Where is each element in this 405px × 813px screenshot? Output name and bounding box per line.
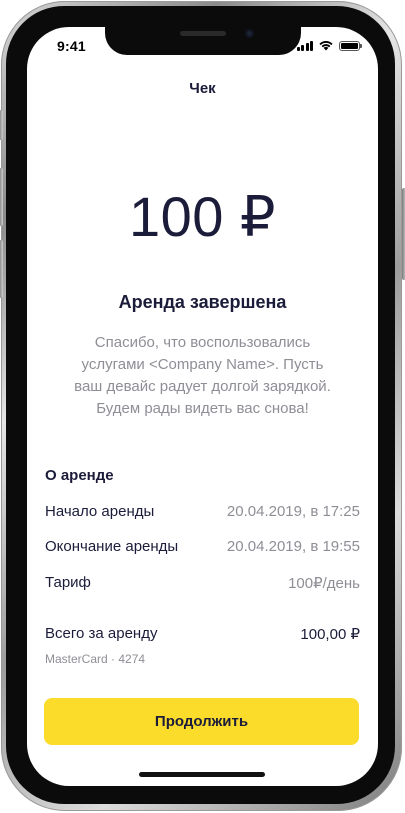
thank-you-line: услугами <Company Name>. Пусть [81, 356, 324, 373]
rental-start-label: Начало аренды [45, 503, 155, 520]
notch [105, 27, 301, 55]
rental-end-label: Окончание аренды [45, 538, 179, 555]
volume-up-button [0, 168, 3, 226]
wifi-icon [319, 41, 333, 51]
tariff-value: 100₽/день [288, 575, 360, 592]
thank-you-message: Спасибо, что воспользовались услугами <C… [62, 332, 343, 420]
rental-start-row: Начало аренды 20.04.2019, в 17:25 [45, 503, 360, 520]
total-label: Всего за аренду [45, 625, 158, 642]
battery-icon [339, 41, 362, 51]
status-icons [296, 40, 362, 51]
rental-end-row: Окончание аренды 20.04.2019, в 19:55 [45, 538, 360, 555]
speaker-grille [180, 31, 226, 36]
phone-mockup: 9:41 Чек 100 ₽ Аренда завершена Спасибо,… [0, 0, 405, 813]
rental-start-value: 20.04.2019, в 17:25 [226, 503, 360, 520]
cellular-signal-icon [296, 40, 313, 51]
thank-you-line: ваш девайс радует долгой зарядкой. [74, 378, 331, 395]
front-camera-icon [245, 29, 254, 38]
page-title: Чек [189, 80, 216, 97]
thank-you-line: Спасибо, что воспользовались [94, 334, 311, 351]
total-value: 100,00 ₽ [300, 626, 360, 643]
rental-end-value: 20.04.2019, в 19:55 [226, 538, 360, 555]
status-time: 9:41 [57, 38, 86, 54]
continue-button[interactable]: Продолжить [44, 698, 359, 745]
tariff-row: Тариф 100₽/день [45, 574, 360, 592]
volume-down-button [0, 240, 3, 298]
mute-switch [0, 110, 3, 140]
payment-amount: 100 ₽ [128, 185, 277, 248]
home-indicator[interactable] [139, 772, 265, 777]
thank-you-line: Будем рады видеть вас снова! [96, 400, 309, 417]
screen: 9:41 Чек 100 ₽ Аренда завершена Спасибо,… [27, 27, 378, 786]
payment-card-info: MasterCard · 4274 [45, 652, 146, 666]
tariff-label: Тариф [45, 574, 91, 591]
rental-status-heading: Аренда завершена [118, 292, 287, 312]
total-row: Всего за аренду 100,00 ₽ [45, 625, 360, 643]
rental-details-heading: О аренде [45, 467, 114, 484]
